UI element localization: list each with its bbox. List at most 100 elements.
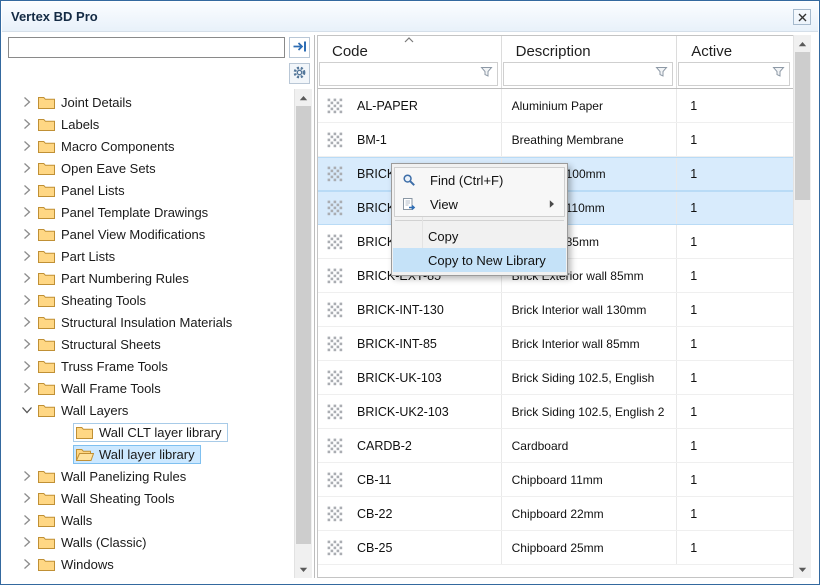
tree-item-content[interactable]: Windows [35, 555, 120, 574]
table-row-cb-11[interactable]: CB-11Chipboard 11mm1 [318, 463, 793, 497]
chevron-right-icon[interactable] [19, 138, 35, 154]
tree-item-content[interactable]: Truss Frame Tools [35, 357, 174, 376]
tree-item-truss-frame-tools[interactable]: Truss Frame Tools [5, 355, 293, 377]
close-button[interactable] [793, 9, 811, 25]
tree-item-wall-clt-layer-library[interactable]: Wall CLT layer library [5, 421, 293, 443]
chevron-right-icon[interactable] [19, 490, 35, 506]
tree-item-content[interactable]: Wall Panelizing Rules [35, 467, 192, 486]
tree-item-content[interactable]: Panel Lists [35, 181, 131, 200]
go-button[interactable] [289, 37, 310, 58]
menu-item-find-ctrl-f[interactable]: Find (Ctrl+F) [395, 168, 564, 192]
table-scrollbar[interactable] [793, 35, 811, 578]
chevron-right-icon[interactable] [19, 556, 35, 572]
scrollbar-thumb[interactable] [296, 106, 311, 544]
chevron-right-icon[interactable] [19, 336, 35, 352]
chevron-right-icon[interactable] [19, 468, 35, 484]
table-row-cardb-2[interactable]: CARDB-2Cardboard1 [318, 429, 793, 463]
tree-item-content[interactable]: Walls [35, 511, 98, 530]
tree-item-content[interactable]: Joint Details [35, 93, 138, 112]
tree-item-panel-lists[interactable]: Panel Lists [5, 179, 293, 201]
chevron-right-icon[interactable] [19, 94, 35, 110]
column-header-description[interactable]: Description [502, 36, 678, 88]
filter-funnel-icon[interactable] [480, 65, 493, 83]
tree-item-wall-panelizing-rules[interactable]: Wall Panelizing Rules [5, 465, 293, 487]
tree-item-wall-layer-library[interactable]: Wall layer library [5, 443, 293, 465]
tree-item-joint-details[interactable]: Joint Details [5, 91, 293, 113]
tree-item-content[interactable]: Structural Insulation Materials [35, 313, 238, 332]
tree-item-panel-template-drawings[interactable]: Panel Template Drawings [5, 201, 293, 223]
table-row-brick-uk2-103[interactable]: BRICK-UK2-103Brick Siding 102.5, English… [318, 395, 793, 429]
chevron-right-icon[interactable] [19, 226, 35, 242]
chevron-right-icon[interactable] [19, 534, 35, 550]
tree-item-content[interactable]: Macro Components [35, 137, 180, 156]
scrollbar-thumb[interactable] [795, 52, 810, 200]
tree-item-labels[interactable]: Labels [5, 113, 293, 135]
tree-item-walls[interactable]: Walls [5, 509, 293, 531]
titlebar[interactable]: Vertex BD Pro [2, 2, 818, 32]
tree-item-content[interactable]: Panel View Modifications [35, 225, 211, 244]
scroll-down-button[interactable] [794, 561, 811, 578]
tree-item-content[interactable]: Wall Frame Tools [35, 379, 167, 398]
scrollbar-track[interactable] [794, 52, 811, 561]
chevron-right-icon[interactable] [19, 512, 35, 528]
tree-item-content[interactable]: Wall Sheating Tools [35, 489, 180, 508]
tree-item-wall-layers[interactable]: Wall Layers [5, 399, 293, 421]
search-input[interactable] [8, 37, 285, 58]
tree-item-content[interactable]: Walls (Classic) [35, 533, 152, 552]
menu-item-copy[interactable]: Copy [393, 224, 566, 248]
scroll-down-button[interactable] [295, 561, 312, 578]
filter-funnel-icon[interactable] [772, 65, 785, 83]
panel-splitter[interactable] [314, 35, 315, 578]
column-header-code[interactable]: Code [318, 36, 502, 88]
menu-item-view[interactable]: View [395, 192, 564, 216]
chevron-right-icon[interactable] [19, 116, 35, 132]
table-row-cb-25[interactable]: CB-25Chipboard 25mm1 [318, 531, 793, 565]
filter-box-active[interactable] [678, 62, 790, 86]
tree-item-panel-view-modifications[interactable]: Panel View Modifications [5, 223, 293, 245]
tree-item-content[interactable]: Open Eave Sets [35, 159, 162, 178]
chevron-right-icon[interactable] [19, 248, 35, 264]
tree-item-walls-classic[interactable]: Walls (Classic) [5, 531, 293, 553]
tree-item-open-eave-sets[interactable]: Open Eave Sets [5, 157, 293, 179]
filter-box-description[interactable] [503, 62, 674, 86]
table-row-bm-1[interactable]: BM-1Breathing Membrane1 [318, 123, 793, 157]
tree-item-content[interactable]: Wall CLT layer library [73, 423, 228, 442]
tree-item-content[interactable]: Wall Layers [35, 401, 134, 420]
tree-scrollbar[interactable] [294, 89, 312, 578]
table-row-brick-int-85[interactable]: BRICK-INT-85Brick Interior wall 85mm1 [318, 327, 793, 361]
tree-item-content[interactable]: Wall layer library [73, 445, 201, 464]
chevron-right-icon[interactable] [19, 204, 35, 220]
tree-item-wall-sheating-tools[interactable]: Wall Sheating Tools [5, 487, 293, 509]
filter-funnel-icon[interactable] [655, 65, 668, 83]
tree-item-part-numbering-rules[interactable]: Part Numbering Rules [5, 267, 293, 289]
filter-box-code[interactable] [319, 62, 498, 86]
scrollbar-track[interactable] [295, 106, 312, 561]
chevron-right-icon[interactable] [19, 270, 35, 286]
settings-button[interactable] [289, 63, 310, 84]
tree-item-content[interactable]: Structural Sheets [35, 335, 167, 354]
tree-item-content[interactable]: Sheating Tools [35, 291, 152, 310]
chevron-right-icon[interactable] [19, 314, 35, 330]
chevron-down-icon[interactable] [19, 402, 35, 418]
tree-item-structural-sheets[interactable]: Structural Sheets [5, 333, 293, 355]
table-row-al-paper[interactable]: AL-PAPERAluminium Paper1 [318, 89, 793, 123]
chevron-right-icon[interactable] [19, 380, 35, 396]
tree-item-content[interactable]: Labels [35, 115, 105, 134]
column-header-active[interactable]: Active [677, 36, 793, 88]
chevron-right-icon[interactable] [19, 160, 35, 176]
tree-item-sheating-tools[interactable]: Sheating Tools [5, 289, 293, 311]
table-row-cb-22[interactable]: CB-22Chipboard 22mm1 [318, 497, 793, 531]
tree-item-macro-components[interactable]: Macro Components [5, 135, 293, 157]
chevron-right-icon[interactable] [19, 292, 35, 308]
tree-item-content[interactable]: Panel Template Drawings [35, 203, 214, 222]
table-row-brick-int-130[interactable]: BRICK-INT-130Brick Interior wall 130mm1 [318, 293, 793, 327]
chevron-right-icon[interactable] [19, 182, 35, 198]
scroll-up-button[interactable] [794, 35, 811, 52]
tree-item-content[interactable]: Part Lists [35, 247, 121, 266]
tree-item-windows[interactable]: Windows [5, 553, 293, 575]
chevron-right-icon[interactable] [19, 358, 35, 374]
tree-item-wall-frame-tools[interactable]: Wall Frame Tools [5, 377, 293, 399]
tree-item-content[interactable]: Part Numbering Rules [35, 269, 195, 288]
tree-item-part-lists[interactable]: Part Lists [5, 245, 293, 267]
tree-item-structural-insulation-materials[interactable]: Structural Insulation Materials [5, 311, 293, 333]
